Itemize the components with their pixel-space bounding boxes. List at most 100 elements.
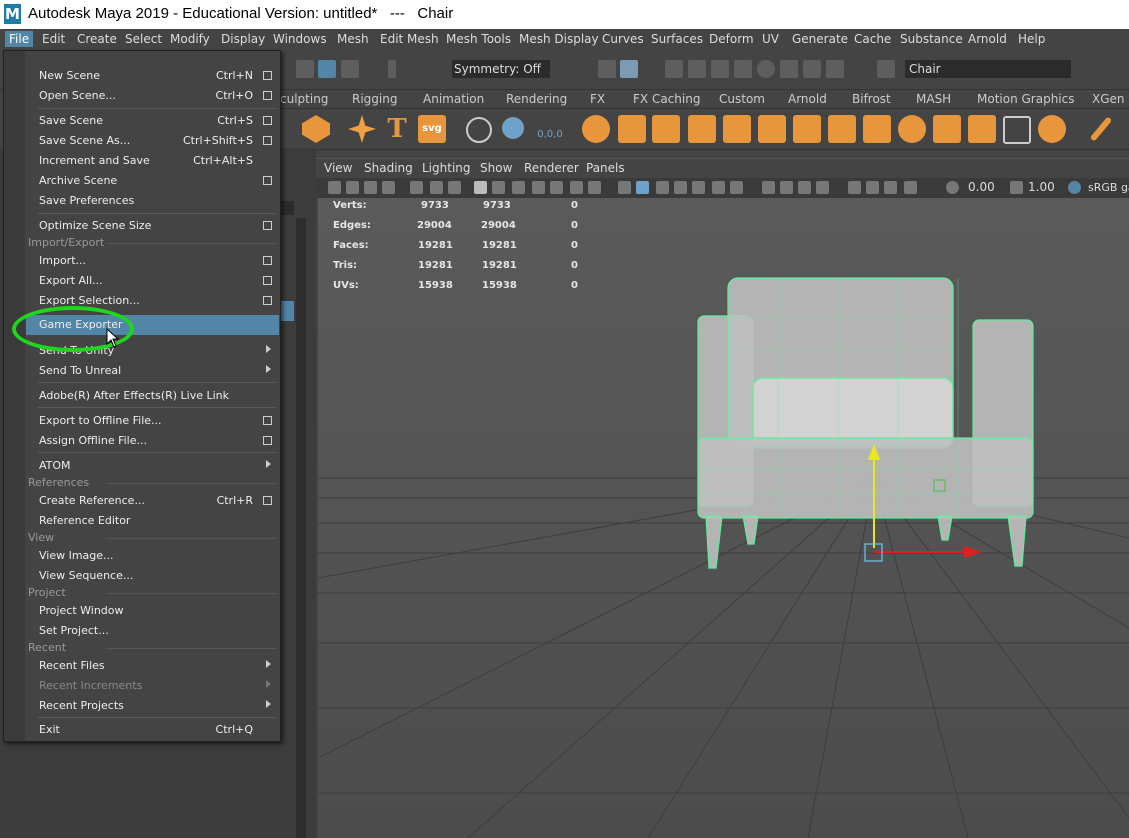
- viewport-menu-shading[interactable]: Shading: [364, 161, 413, 175]
- hud-icon[interactable]: [904, 181, 917, 194]
- menu-item-exit[interactable]: Exit Ctrl+Q: [26, 720, 279, 740]
- menu-substance[interactable]: Substance: [896, 31, 967, 47]
- polygon-text-icon[interactable]: T: [383, 115, 411, 143]
- menu-item-project-window[interactable]: Project Window: [26, 601, 279, 621]
- menu-mesh-tools[interactable]: Mesh Tools: [442, 31, 515, 47]
- extract-icon[interactable]: [652, 115, 680, 143]
- hypershade-icon[interactable]: [734, 60, 752, 78]
- option-box-icon[interactable]: [263, 296, 272, 305]
- wireframe-icon[interactable]: [618, 181, 631, 194]
- wireframe-on-shaded-icon[interactable]: [674, 181, 687, 194]
- camera-icon[interactable]: [328, 181, 341, 194]
- sphere-icon[interactable]: [898, 115, 926, 143]
- menu-item-open-scene[interactable]: Open Scene... Ctrl+O: [26, 86, 279, 106]
- field-chart-icon[interactable]: [550, 181, 563, 194]
- tab-rendering[interactable]: Rendering: [506, 90, 567, 108]
- menu-modify[interactable]: Modify: [166, 31, 214, 47]
- option-box-icon[interactable]: [263, 136, 272, 145]
- xray-joints-icon[interactable]: [866, 181, 879, 194]
- menu-item-recent-files[interactable]: Recent Files: [26, 656, 279, 676]
- option-box-icon[interactable]: [263, 91, 272, 100]
- twod-pan-icon[interactable]: [430, 181, 443, 194]
- menu-edit-mesh[interactable]: Edit Mesh: [376, 31, 443, 47]
- snap-icon[interactable]: [388, 60, 396, 78]
- select-by-component-icon[interactable]: [341, 60, 359, 78]
- safe-action-icon[interactable]: [570, 181, 583, 194]
- menu-item-set-project[interactable]: Set Project...: [26, 621, 279, 641]
- fill-hole-icon[interactable]: [863, 115, 891, 143]
- viewport-menu-lighting[interactable]: Lighting: [422, 161, 471, 175]
- menu-create[interactable]: Create: [73, 31, 121, 47]
- menu-item-new-scene[interactable]: New Scene Ctrl+N: [26, 66, 279, 86]
- tab-bifrost[interactable]: Bifrost: [852, 90, 891, 108]
- menu-cache[interactable]: Cache: [850, 31, 895, 47]
- ao-icon[interactable]: [762, 181, 775, 194]
- menu-help[interactable]: Help: [1014, 31, 1049, 47]
- menu-windows[interactable]: Windows: [269, 31, 331, 47]
- option-box-icon[interactable]: [263, 416, 272, 425]
- tab-xgen[interactable]: XGen: [1092, 90, 1125, 108]
- menu-item-import[interactable]: Import...: [26, 251, 279, 271]
- gate-mask-icon[interactable]: [532, 181, 545, 194]
- menu-item-recent-projects[interactable]: Recent Projects: [26, 696, 279, 716]
- pause-icon[interactable]: [826, 60, 844, 78]
- select-by-hierarchy-icon[interactable]: [296, 60, 314, 78]
- menu-item-export-offline[interactable]: Export to Offline File...: [26, 411, 279, 431]
- viewport-menu-view[interactable]: View: [324, 161, 352, 175]
- menu-mesh-display[interactable]: Mesh Display: [515, 31, 603, 47]
- plane-icon[interactable]: [968, 115, 996, 143]
- bridge-icon[interactable]: [793, 115, 821, 143]
- svg-icon[interactable]: svg: [418, 115, 446, 143]
- menu-uv[interactable]: UV: [758, 31, 783, 47]
- isolate-icon[interactable]: [848, 181, 861, 194]
- menu-item-save-scene-as[interactable]: Save Scene As... Ctrl+Shift+S: [26, 131, 279, 151]
- combine-icon[interactable]: [582, 115, 610, 143]
- option-box-icon[interactable]: [263, 116, 272, 125]
- smooth-icon[interactable]: [688, 115, 716, 143]
- menu-item-view-sequence[interactable]: View Sequence...: [26, 566, 279, 586]
- menu-item-archive-scene[interactable]: Archive Scene: [26, 171, 279, 191]
- render-setup-icon[interactable]: [757, 60, 775, 78]
- boolean-icon[interactable]: [723, 115, 751, 143]
- xray-icon[interactable]: [692, 181, 705, 194]
- menu-select[interactable]: Select: [121, 31, 166, 47]
- ipr-icon[interactable]: [620, 60, 638, 78]
- render-settings-icon[interactable]: [688, 60, 706, 78]
- menu-mesh[interactable]: Mesh: [333, 31, 373, 47]
- menu-file[interactable]: File: [5, 31, 34, 47]
- grid-icon[interactable]: [474, 181, 487, 194]
- tab-arnold[interactable]: Arnold: [788, 90, 827, 108]
- menu-deform[interactable]: Deform: [705, 31, 758, 47]
- aa-icon[interactable]: [798, 181, 811, 194]
- input-field-icon[interactable]: [877, 60, 895, 78]
- symmetry-dropdown[interactable]: Symmetry: Off: [452, 60, 550, 78]
- dropdown-arrow-icon[interactable]: [280, 201, 294, 215]
- grease-icon[interactable]: [448, 181, 461, 194]
- menu-item-increment-save[interactable]: Increment and Save Ctrl+Alt+S: [26, 151, 279, 171]
- separate-icon[interactable]: [618, 115, 646, 143]
- option-box-icon[interactable]: [263, 496, 272, 505]
- bookmark-icon[interactable]: [364, 181, 377, 194]
- option-box-icon[interactable]: [263, 276, 272, 285]
- default-material-icon[interactable]: [656, 181, 669, 194]
- menu-edit[interactable]: Edit: [38, 31, 69, 47]
- safe-title-icon[interactable]: [588, 181, 601, 194]
- motion-blur-icon[interactable]: [780, 181, 793, 194]
- image-plane-icon[interactable]: [382, 181, 395, 194]
- viewport-menu-panels[interactable]: Panels: [586, 161, 625, 175]
- menu-display[interactable]: Display: [217, 31, 269, 47]
- uv-editor-icon[interactable]: [1003, 116, 1031, 144]
- option-box-icon[interactable]: [263, 221, 272, 230]
- polygon-star-icon[interactable]: [348, 115, 376, 143]
- viewport-3d[interactable]: Verts: 9733 9733 0 Edges: 29004 29004 0 …: [318, 198, 1129, 838]
- extrude-icon[interactable]: [758, 115, 786, 143]
- toggle-icon[interactable]: [803, 60, 821, 78]
- menu-surfaces[interactable]: Surfaces: [647, 31, 707, 47]
- uv-sphere-icon[interactable]: [1038, 115, 1066, 143]
- viewport-menu-renderer[interactable]: Renderer: [524, 161, 579, 175]
- colorspace-label[interactable]: sRGB ga: [1088, 181, 1129, 194]
- viewport-menu-show[interactable]: Show: [480, 161, 512, 175]
- menu-item-reference-editor[interactable]: Reference Editor: [26, 511, 279, 531]
- tab-sculpting[interactable]: culpting: [280, 90, 328, 108]
- light-editor-icon[interactable]: [780, 60, 798, 78]
